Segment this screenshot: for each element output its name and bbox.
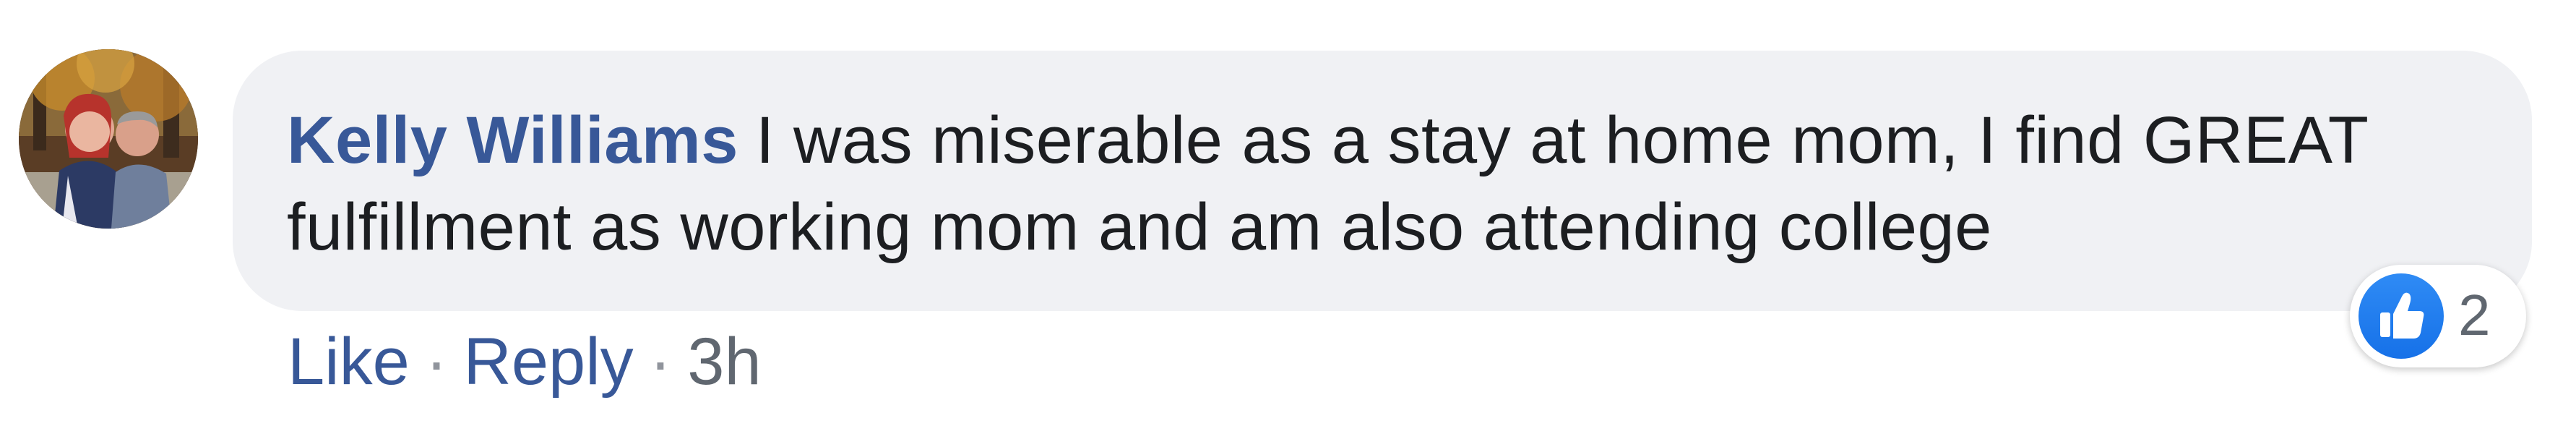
separator-dot: · [425, 325, 448, 399]
comment-timestamp[interactable]: 3h [687, 325, 761, 399]
comment-actions: Like · Reply · 3h [288, 318, 762, 405]
reaction-summary[interactable]: 2 [2350, 265, 2526, 367]
comment-body: Kelly Williams I was miserable as a stay … [287, 97, 2498, 271]
profile-photo-icon [19, 49, 198, 229]
comment-bubble: Kelly Williams I was miserable as a stay … [233, 51, 2532, 311]
comment-thread: Kelly Williams I was miserable as a stay … [0, 0, 2576, 434]
previous-comment-fragment [564, 0, 629, 4]
reply-button[interactable]: Reply [463, 325, 633, 399]
reaction-count: 2 [2458, 283, 2491, 347]
avatar[interactable] [19, 49, 198, 229]
separator-dot: · [649, 325, 672, 399]
comment-author-link[interactable]: Kelly Williams [287, 103, 738, 177]
like-thumb-icon [2359, 273, 2444, 359]
like-button[interactable]: Like [288, 325, 410, 399]
